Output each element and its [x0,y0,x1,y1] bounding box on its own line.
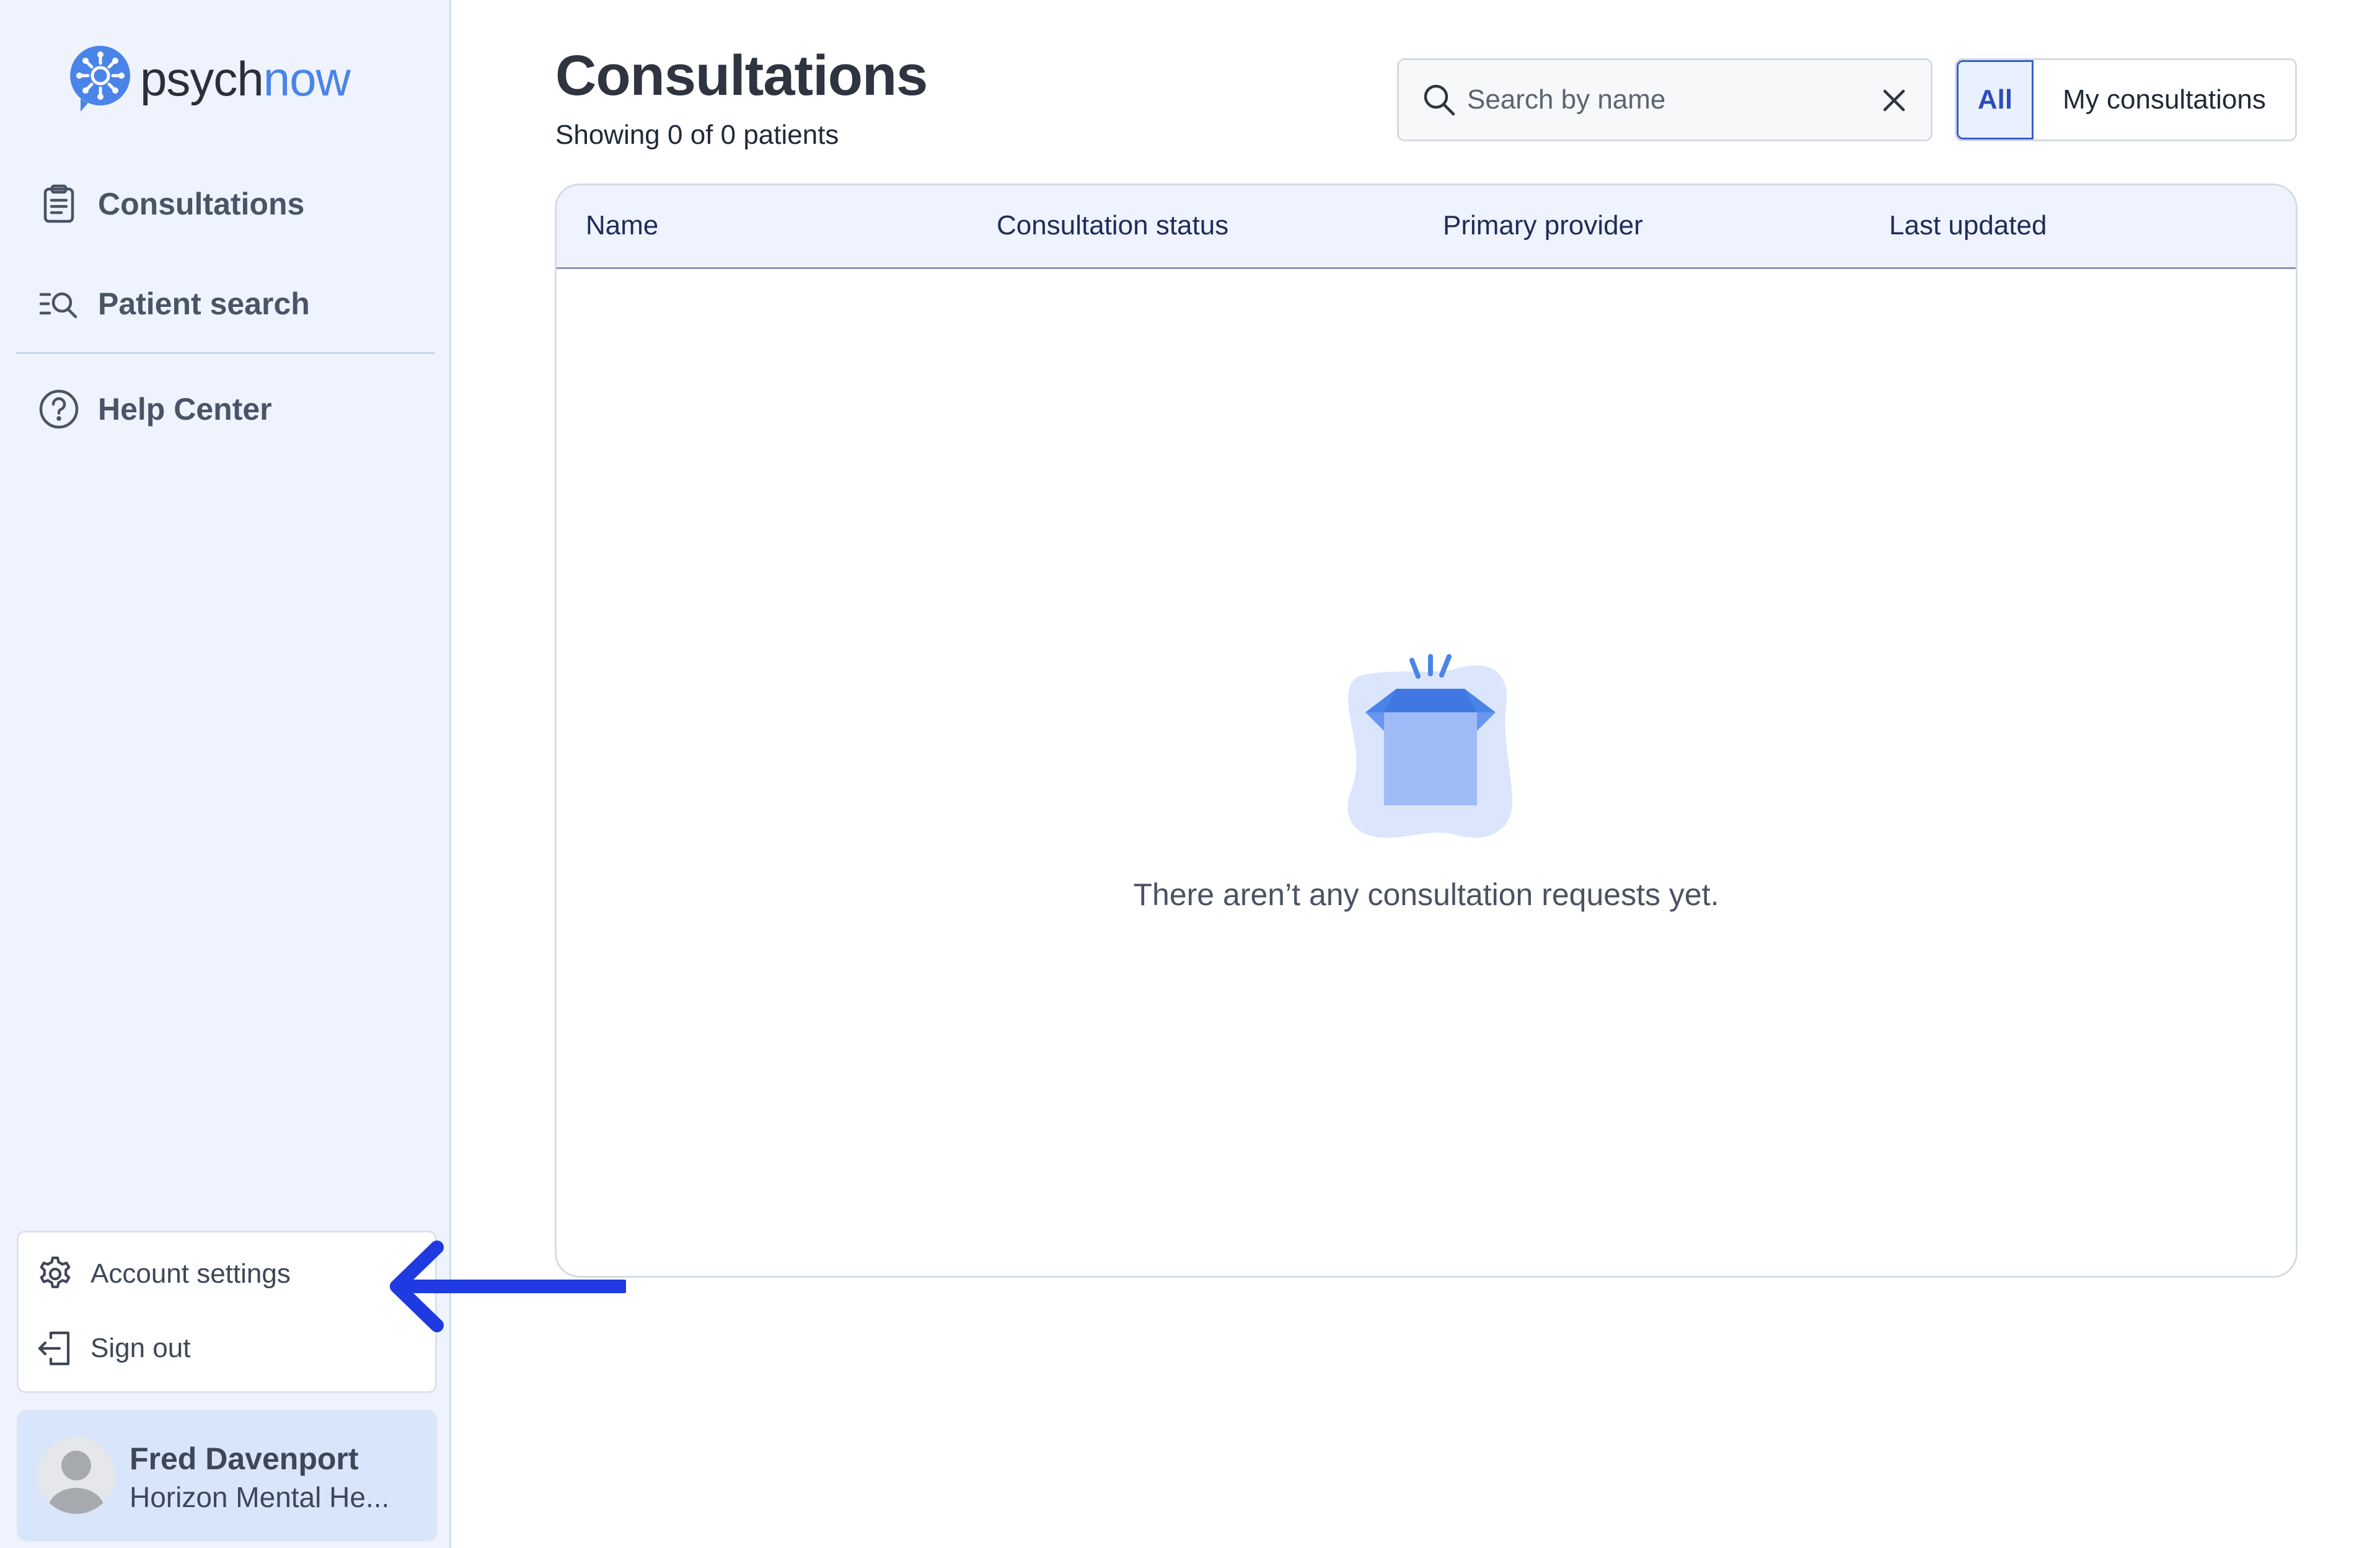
list-search-icon [39,292,77,319]
sidebar-item-label: Help Center [98,392,272,427]
column-header-provider[interactable]: Primary provider [1443,210,1643,241]
sidebar-item-label: Patient search [98,286,310,321]
search-icon [1424,84,1455,116]
logo-text-psych: psych [140,51,264,106]
sidebar-item-patient-search[interactable]: Patient search [38,283,310,324]
search-input[interactable] [1467,77,1851,122]
gear-icon [40,1256,71,1288]
results-count: Showing 0 of 0 patients [555,120,839,150]
help-circle-icon [39,389,79,429]
logo-text-now: now [263,51,351,106]
avatar [38,1437,115,1514]
account-settings-button[interactable]: Account settings [36,1255,291,1293]
user-organization: Horizon Mental He... [130,1481,390,1513]
column-header-last-updated[interactable]: Last updated [1889,210,2047,241]
empty-box-icon [1347,654,1513,838]
account-settings-label: Account settings [90,1258,291,1289]
search-box [1397,58,1933,141]
sidebar-item-consultations[interactable]: Consultations [38,184,304,224]
clipboard-icon [43,184,74,223]
sign-out-icon [38,1331,70,1366]
sign-out-label: Sign out [90,1333,191,1363]
sidebar-item-label: Consultations [98,187,305,221]
column-header-name[interactable]: Name [586,210,658,241]
user-avatar-icon [38,1437,115,1514]
filter-all-button[interactable]: All [1957,60,2034,139]
column-header-status[interactable]: Consultation status [997,210,1228,241]
account-menu: Account settings Sign out [17,1231,437,1393]
sidebar-divider [16,352,435,354]
empty-state-message: There aren’t any consultation requests y… [1133,877,1719,912]
user-name: Fred Davenport [130,1441,359,1476]
logo[interactable]: psychnow [68,43,351,114]
page-title: Consultations [555,44,928,107]
user-profile-card[interactable]: Fred Davenport Horizon Mental He... [17,1410,437,1541]
psychnow-logo-icon [70,45,130,112]
close-icon[interactable] [1879,85,1910,116]
sign-out-button[interactable]: Sign out [36,1329,190,1368]
filter-my-consultations-button[interactable]: My consultations [2034,60,2295,139]
table-header: Name Consultation status Primary provide… [557,185,2296,269]
annotation-arrow-icon [390,1241,626,1332]
sidebar-item-help-center[interactable]: Help Center [38,389,272,430]
consultation-filter-toggle: All My consultations [1955,58,2297,141]
logo-wordmark: psychnow [140,55,351,103]
consultations-table: Name Consultation status Primary provide… [555,184,2298,1278]
